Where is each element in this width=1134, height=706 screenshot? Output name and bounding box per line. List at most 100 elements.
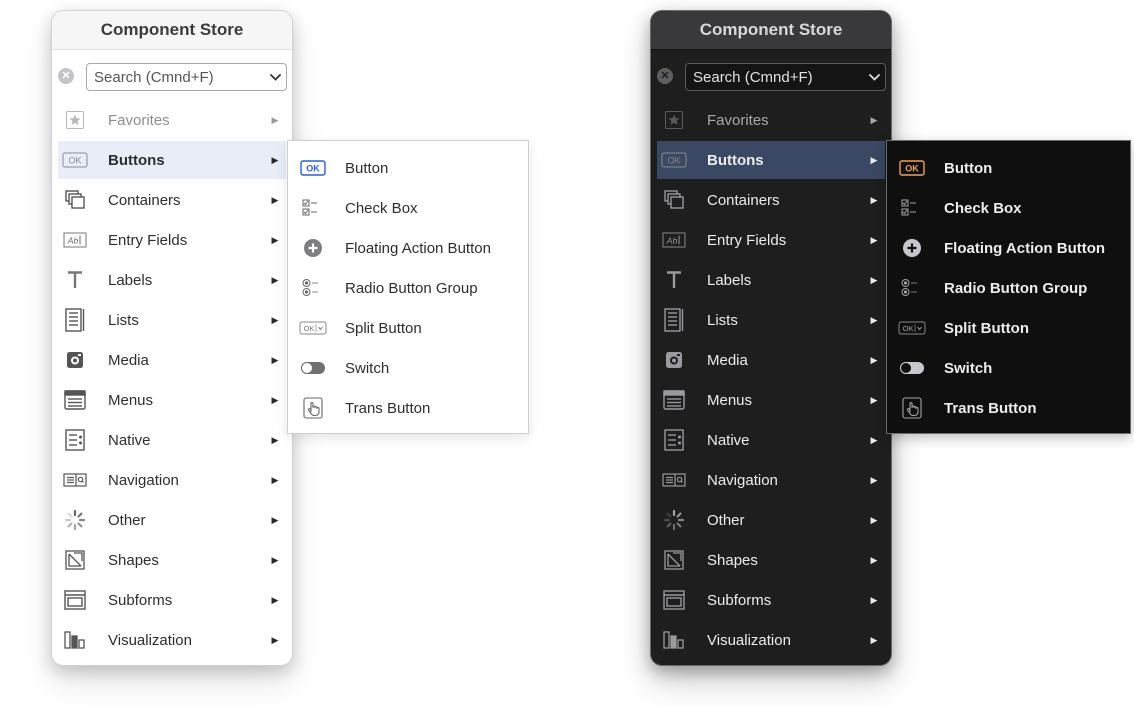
category-label: Containers [707, 191, 780, 209]
category-label: Native [707, 431, 750, 449]
navigation-icon [58, 473, 92, 487]
category-native[interactable]: Native ▶ [657, 421, 885, 459]
checkbox-icon [897, 198, 927, 218]
category-entry-fields[interactable]: Ab Entry Fields ▶ [58, 221, 286, 259]
svg-text:OK: OK [68, 156, 81, 166]
clear-search-icon[interactable]: ✕ [657, 68, 673, 84]
svg-text:Ab: Ab [666, 236, 678, 246]
category-label: Media [707, 351, 748, 369]
hand-pointer-icon [897, 397, 927, 419]
category-label: Containers [108, 191, 181, 209]
category-other[interactable]: Other ▶ [58, 501, 286, 539]
chevron-down-icon[interactable] [264, 64, 286, 90]
submenu-item-floating-action-button[interactable]: Floating Action Button [288, 228, 528, 268]
submenu-arrow-icon: ▶ [271, 434, 279, 445]
category-native[interactable]: Native ▶ [58, 421, 286, 459]
category-lists[interactable]: Lists ▶ [58, 301, 286, 339]
category-favorites[interactable]: Favorites ▶ [657, 101, 885, 139]
spinner-icon [657, 509, 691, 531]
category-buttons[interactable]: OK Buttons ▶ [657, 141, 885, 179]
submenu-item-split-button[interactable]: OK Split Button [288, 308, 528, 348]
submenu-item-label: Radio Button Group [345, 279, 478, 297]
submenu-item-button[interactable]: OK Button [288, 148, 528, 188]
submenu-item-switch[interactable]: Switch [887, 348, 1130, 388]
category-label: Entry Fields [707, 231, 787, 249]
category-entry-fields[interactable]: Ab Entry Fields ▶ [657, 221, 885, 259]
category-navigation[interactable]: Navigation ▶ [58, 461, 286, 499]
toggle-switch-icon [298, 361, 328, 375]
category-subforms[interactable]: Subforms ▶ [657, 581, 885, 619]
submenu-arrow-icon: ▶ [271, 234, 279, 245]
buttons-submenu-dark: OK Button Check Box Floating Action Butt… [886, 140, 1131, 434]
camera-icon [58, 350, 92, 370]
submenu-item-floating-action-button[interactable]: Floating Action Button [887, 228, 1130, 268]
panel-title: Component Store [651, 11, 891, 50]
subform-icon [657, 590, 691, 610]
spinner-icon [58, 509, 92, 531]
submenu-item-radio-button-group[interactable]: Radio Button Group [887, 268, 1130, 308]
svg-text:OK: OK [903, 324, 914, 333]
submenu-item-label: Check Box [944, 199, 1022, 217]
category-labels[interactable]: Labels ▶ [657, 261, 885, 299]
svg-text:Ab: Ab [67, 236, 79, 246]
clear-search-icon[interactable]: ✕ [58, 68, 74, 84]
submenu-item-label: Split Button [345, 319, 422, 337]
menu-icon [58, 390, 92, 410]
submenu-arrow-icon: ▶ [870, 514, 878, 525]
category-label: Favorites [707, 111, 769, 129]
submenu-item-trans-button[interactable]: Trans Button [887, 388, 1130, 428]
submenu-arrow-icon: ▶ [271, 394, 279, 405]
category-shapes[interactable]: Shapes ▶ [58, 541, 286, 579]
submenu-item-split-button[interactable]: OK Split Button [887, 308, 1130, 348]
star-icon [58, 110, 92, 130]
submenu-item-check-box[interactable]: Check Box [887, 188, 1130, 228]
submenu-item-radio-button-group[interactable]: Radio Button Group [288, 268, 528, 308]
category-label: Media [108, 351, 149, 369]
submenu-arrow-icon: ▶ [271, 154, 279, 165]
submenu-item-button[interactable]: OK Button [887, 148, 1130, 188]
category-visualization[interactable]: Visualization ▶ [657, 621, 885, 659]
subform-icon [58, 590, 92, 610]
submenu-item-label: Split Button [944, 319, 1029, 337]
category-label: Subforms [108, 591, 173, 609]
search-input[interactable]: Search (Cmnd+F) [86, 63, 287, 91]
category-other[interactable]: Other ▶ [657, 501, 885, 539]
toggle-switch-icon [897, 361, 927, 375]
category-menus[interactable]: Menus ▶ [58, 381, 286, 419]
category-shapes[interactable]: Shapes ▶ [657, 541, 885, 579]
category-visualization[interactable]: Visualization ▶ [58, 621, 286, 659]
submenu-arrow-icon: ▶ [870, 234, 878, 245]
navigation-icon [657, 473, 691, 487]
ok-button-icon: OK [298, 160, 328, 176]
category-labels[interactable]: Labels ▶ [58, 261, 286, 299]
submenu-arrow-icon: ▶ [271, 114, 279, 125]
submenu-item-label: Switch [944, 359, 993, 377]
category-lists[interactable]: Lists ▶ [657, 301, 885, 339]
category-media[interactable]: Media ▶ [657, 341, 885, 379]
search-placeholder: Search (Cmnd+F) [94, 68, 214, 86]
component-store-panel-light: Component Store ✕ Search (Cmnd+F) Favori… [51, 10, 293, 666]
category-label: Buttons [108, 151, 165, 169]
category-subforms[interactable]: Subforms ▶ [58, 581, 286, 619]
category-containers[interactable]: Containers ▶ [657, 181, 885, 219]
menu-icon [657, 390, 691, 410]
submenu-item-check-box[interactable]: Check Box [288, 188, 528, 228]
category-label: Entry Fields [108, 231, 188, 249]
submenu-arrow-icon: ▶ [870, 274, 878, 285]
category-label: Favorites [108, 111, 170, 129]
chevron-down-icon[interactable] [863, 64, 885, 90]
category-buttons[interactable]: OK Buttons ▶ [58, 141, 286, 179]
search-input[interactable]: Search (Cmnd+F) [685, 63, 886, 91]
category-menus[interactable]: Menus ▶ [657, 381, 885, 419]
category-favorites[interactable]: Favorites ▶ [58, 101, 286, 139]
submenu-item-switch[interactable]: Switch [288, 348, 528, 388]
submenu-item-label: Radio Button Group [944, 279, 1088, 297]
category-navigation[interactable]: Navigation ▶ [657, 461, 885, 499]
category-media[interactable]: Media ▶ [58, 341, 286, 379]
list-icon [58, 308, 92, 332]
star-icon [657, 110, 691, 130]
category-containers[interactable]: Containers ▶ [58, 181, 286, 219]
category-label: Lists [108, 311, 139, 329]
submenu-item-trans-button[interactable]: Trans Button [288, 388, 528, 428]
category-label: Lists [707, 311, 738, 329]
